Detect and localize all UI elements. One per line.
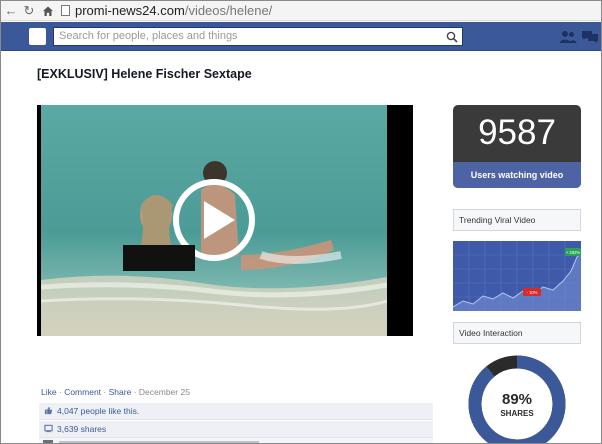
censor-bar [123, 245, 195, 271]
trend-up-badge-text: + 282% [566, 250, 581, 255]
like-link[interactable]: Like [41, 387, 57, 397]
commenter-avatar [43, 440, 53, 443]
viewer-counter-card: 9587 Users watching video [453, 105, 581, 188]
post-title: [EXKLUSIV] Helene Fischer Sextape [37, 67, 252, 81]
interaction-donut: 89% SHARES [468, 355, 566, 443]
address-bar[interactable]: promi-news24.com/videos/helene/ [61, 2, 601, 20]
share-link[interactable]: Share [109, 387, 132, 397]
share-icon [44, 424, 53, 433]
trending-label: Trending Viral Video [453, 209, 581, 231]
friend-requests-icon[interactable] [559, 29, 577, 45]
interaction-label: Video Interaction [453, 322, 581, 344]
trend-down-badge-text: - 10% [527, 290, 538, 295]
browser-toolbar: ← ↻ promi-news24.com/videos/helene/ [1, 1, 601, 21]
viewer-label: Users watching video [453, 162, 581, 188]
interaction-percent: 89% [502, 391, 532, 408]
search-placeholder: Search for people, places and things [59, 30, 238, 42]
url-path: /videos/helene/ [184, 3, 273, 18]
viewer-count: 9587 [478, 113, 556, 152]
back-arrow-icon[interactable]: ← [3, 3, 19, 19]
home-icon[interactable] [40, 3, 56, 19]
thumbs-up-icon [44, 406, 53, 415]
search-input[interactable]: Search for people, places and things [53, 27, 463, 46]
likes-count: 4,047 people like this. [57, 406, 140, 416]
interaction-caption: SHARES [500, 409, 534, 418]
screenshot-frame: ← ↻ promi-news24.com/videos/helene/ Sear… [0, 0, 602, 444]
separator: · [58, 387, 62, 397]
post-actions: Like · Comment · Share · December 25 [41, 387, 190, 397]
search-icon[interactable] [446, 31, 458, 43]
url-domain: promi-news24.com [75, 3, 185, 18]
site-header-bar: Search for people, places and things [1, 22, 601, 51]
messages-icon[interactable] [581, 29, 599, 45]
likes-row[interactable]: 4,047 people like this. [39, 403, 433, 420]
shares-count: 3,639 shares [57, 424, 107, 434]
separator: · [103, 387, 107, 397]
separator: · [133, 387, 137, 397]
video-player[interactable] [37, 105, 413, 336]
shares-row[interactable]: 3,639 shares [39, 421, 433, 438]
site-logo-icon[interactable] [29, 28, 46, 45]
page-icon [61, 5, 70, 16]
trend-chart: + 282% - 10% [453, 241, 581, 311]
comment-link[interactable]: Comment [64, 387, 101, 397]
reload-icon[interactable]: ↻ [21, 3, 37, 19]
comment-item [39, 438, 433, 443]
post-date: December 25 [138, 387, 190, 397]
